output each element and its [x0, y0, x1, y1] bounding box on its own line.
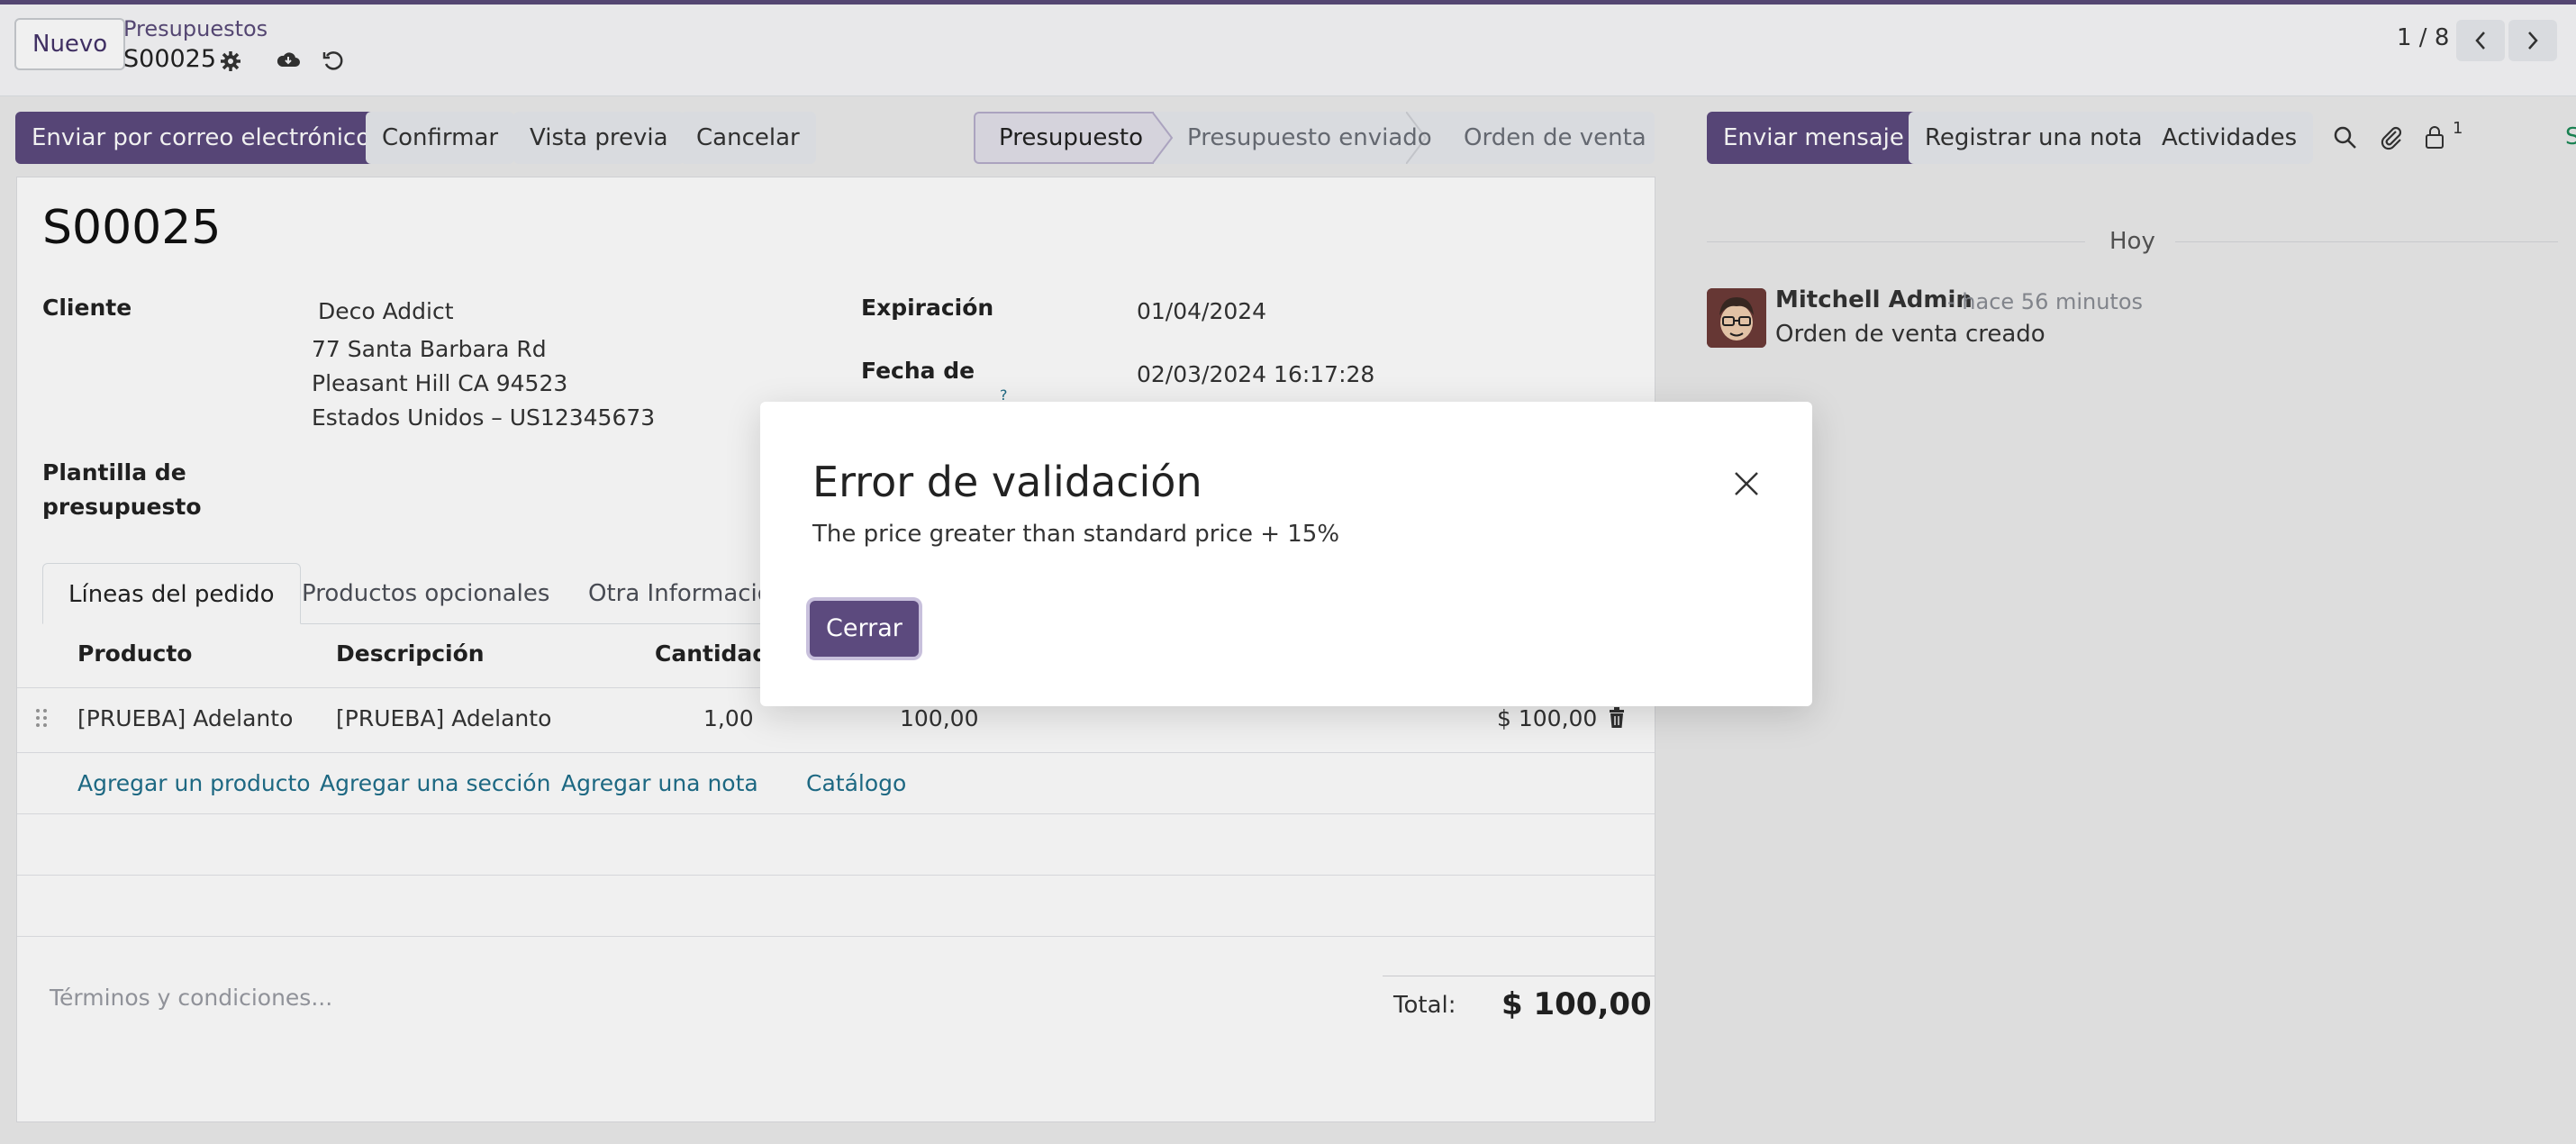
dialog-message: The price greater than standard price + … [812, 521, 1340, 548]
close-icon[interactable] [1733, 470, 1760, 497]
close-dialog-button[interactable]: Cerrar [810, 601, 919, 657]
validation-error-dialog: Error de validación The price greater th… [760, 402, 1812, 706]
dialog-title: Error de validación [812, 458, 1202, 506]
